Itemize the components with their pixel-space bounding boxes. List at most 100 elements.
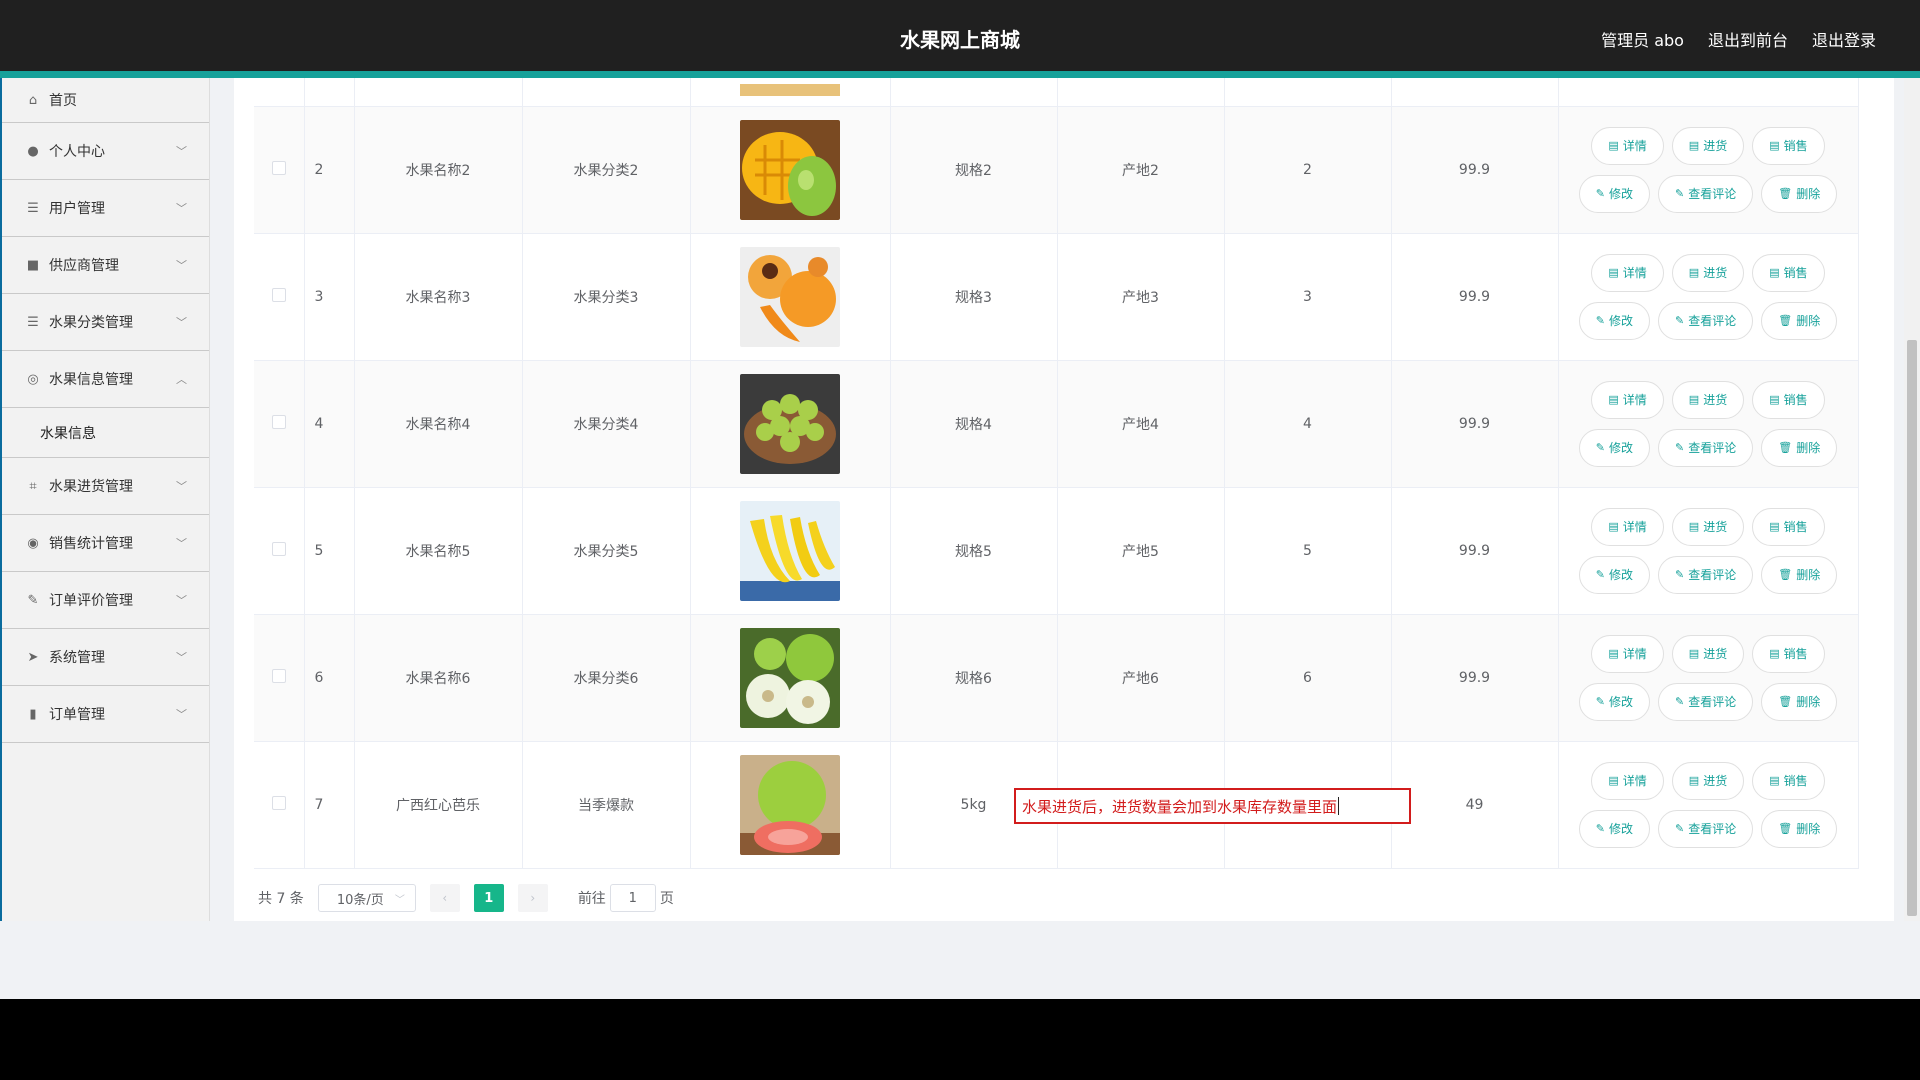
fruit-image[interactable]: [740, 754, 840, 855]
purchase-button[interactable]: ▤ 进货: [1671, 761, 1745, 800]
delete-button[interactable]: 🗑 删除: [1761, 174, 1838, 213]
sidebar-item-sales-stats[interactable]: ◉ 销售统计管理 ﹀: [0, 515, 209, 572]
prev-page-button[interactable]: ‹: [429, 884, 460, 912]
detail-button[interactable]: ▤ 详情: [1591, 253, 1664, 292]
crop-icon: ⌗: [29, 478, 37, 494]
fruit-image[interactable]: [740, 500, 840, 601]
chevron-down-icon: ﹀: [394, 894, 405, 906]
sidebar-item-personal-center[interactable]: ● 个人中心 ﹀: [0, 123, 209, 180]
sidebar-item-system-management[interactable]: ➤ 系统管理 ﹀: [0, 629, 209, 686]
edit-icon: ✎: [1595, 568, 1605, 581]
edit-button[interactable]: ✎ 修改: [1578, 555, 1650, 594]
exit-front-link[interactable]: 退出到前台: [1708, 27, 1788, 51]
detail-button[interactable]: ▤ 详情: [1591, 380, 1664, 419]
chevron-right-icon: ›: [530, 891, 536, 905]
trash-icon: 🗑: [1778, 314, 1793, 327]
view-comments-button[interactable]: ✎ 查看评论: [1658, 428, 1754, 467]
fruit-category: 水果分类3: [522, 233, 691, 361]
window-left-edge: [0, 78, 2, 921]
page-number-1[interactable]: 1: [473, 884, 504, 912]
purchase-button[interactable]: ▤ 进货: [1671, 126, 1745, 165]
chevron-down-icon: ﹀: [176, 145, 187, 158]
fruit-spec: 规格4: [890, 360, 1058, 488]
delete-button[interactable]: 🗑 删除: [1761, 555, 1838, 594]
sale-button[interactable]: ▤ 销售: [1752, 761, 1825, 800]
purchase-button[interactable]: ▤ 进货: [1671, 634, 1745, 673]
delete-label: 删除: [1796, 822, 1821, 836]
view-comments-button[interactable]: ✎ 查看评论: [1658, 809, 1754, 848]
edit-button[interactable]: ✎ 修改: [1578, 428, 1650, 467]
fruit-image[interactable]: [740, 246, 840, 347]
fruit-image[interactable]: [740, 373, 840, 474]
detail-button[interactable]: ▤ 详情: [1591, 761, 1664, 800]
sidebar-item-home[interactable]: ⌂ 首页: [0, 78, 209, 123]
edit-button[interactable]: ✎ 修改: [1578, 682, 1650, 721]
detail-button[interactable]: ▤ 详情: [1591, 634, 1664, 673]
fruit-image[interactable]: [740, 119, 840, 220]
edit-button[interactable]: ✎ 修改: [1578, 301, 1650, 340]
list-icon: ☰: [27, 200, 39, 216]
sidebar-item-label: 订单评价管理: [49, 593, 133, 609]
fruit-image[interactable]: [740, 627, 840, 728]
sidebar-subitem-fruit-info[interactable]: 水果信息: [0, 408, 209, 458]
row-actions: ▤ 详情 ▤ 进货 ▤ 销售 ✎ 修改 ✎ 查看评论 🗑 删除: [1558, 741, 1859, 869]
sidebar-subitem-label: 水果信息: [40, 425, 96, 442]
detail-button[interactable]: ▤ 详情: [1591, 507, 1664, 546]
document-icon: ▤: [1608, 139, 1619, 152]
logout-link[interactable]: 退出登录: [1812, 27, 1876, 51]
sale-button[interactable]: ▤ 销售: [1752, 634, 1825, 673]
document-icon: ▤: [1608, 393, 1619, 406]
sale-button[interactable]: ▤ 销售: [1752, 507, 1825, 546]
delete-button[interactable]: 🗑 删除: [1761, 809, 1838, 848]
scrollbar-thumb[interactable]: [1907, 340, 1917, 916]
delete-label: 删除: [1796, 568, 1821, 582]
purchase-button[interactable]: ▤ 进货: [1671, 507, 1745, 546]
row-actions: ▤ 详情 ▤ 进货 ▤ 销售 ✎ 修改 ✎ 查看评论 🗑 删除: [1558, 360, 1859, 488]
pagination: 共 7 条 10条/页 ﹀ ‹ 1 › 前往 1 页: [258, 884, 674, 912]
row-checkbox[interactable]: [271, 668, 286, 683]
delete-button[interactable]: 🗑 删除: [1761, 428, 1838, 467]
sale-button[interactable]: ▤ 销售: [1752, 126, 1825, 165]
purchase-label: 进货: [1703, 393, 1728, 407]
fruit-image-cell: [690, 233, 891, 361]
sidebar-item-order-management[interactable]: ▮ 订单管理 ﹀: [0, 686, 209, 743]
document-icon: ▤: [1769, 774, 1780, 787]
view-comments-button[interactable]: ✎ 查看评论: [1658, 682, 1754, 721]
detail-label: 详情: [1622, 266, 1647, 280]
goto-page-input[interactable]: 1: [609, 884, 656, 912]
edit-button[interactable]: ✎ 修改: [1578, 809, 1650, 848]
delete-label: 删除: [1796, 187, 1821, 201]
vertical-scrollbar[interactable]: [1904, 78, 1920, 921]
total-count: 共 7 条: [258, 891, 304, 907]
fruit-image-cell: [690, 360, 891, 488]
sidebar-item-label: 用户管理: [49, 201, 105, 217]
delete-button[interactable]: 🗑 删除: [1761, 682, 1838, 721]
purchase-button[interactable]: ▤ 进货: [1671, 380, 1745, 419]
row-checkbox[interactable]: [271, 541, 286, 556]
next-page-button[interactable]: ›: [517, 884, 548, 912]
row-checkbox[interactable]: [271, 287, 286, 302]
sidebar-item-supplier-management[interactable]: ■ 供应商管理 ﹀: [0, 237, 209, 294]
view-comments-button[interactable]: ✎ 查看评论: [1658, 301, 1754, 340]
sidebar-item-order-review[interactable]: ✎ 订单评价管理 ﹀: [0, 572, 209, 629]
page-size-select[interactable]: 10条/页 ﹀: [317, 884, 416, 912]
sidebar-item-purchase-management[interactable]: ⌗ 水果进货管理 ﹀: [0, 458, 209, 515]
chevron-down-icon: ﹀: [176, 202, 187, 215]
edit-button[interactable]: ✎ 修改: [1578, 174, 1650, 213]
sale-button[interactable]: ▤ 销售: [1752, 380, 1825, 419]
row-index: 3: [304, 233, 355, 361]
sidebar-item-user-management[interactable]: ☰ 用户管理 ﹀: [0, 180, 209, 237]
row-checkbox[interactable]: [271, 795, 286, 810]
delete-button[interactable]: 🗑 删除: [1761, 301, 1838, 340]
sidebar-item-category-management[interactable]: ☰ 水果分类管理 ﹀: [0, 294, 209, 351]
annotation-textbox[interactable]: 水果进货后，进货数量会加到水果库存数量里面: [1014, 788, 1411, 824]
sidebar-item-fruit-info-management[interactable]: ◎ 水果信息管理 ︿: [0, 351, 209, 408]
view-comments-button[interactable]: ✎ 查看评论: [1658, 174, 1754, 213]
row-checkbox[interactable]: [271, 160, 286, 175]
purchase-button[interactable]: ▤ 进货: [1671, 253, 1745, 292]
view-comments-label: 查看评论: [1688, 314, 1737, 328]
view-comments-button[interactable]: ✎ 查看评论: [1658, 555, 1754, 594]
sale-button[interactable]: ▤ 销售: [1752, 253, 1825, 292]
row-checkbox[interactable]: [271, 414, 286, 429]
detail-button[interactable]: ▤ 详情: [1591, 126, 1664, 165]
